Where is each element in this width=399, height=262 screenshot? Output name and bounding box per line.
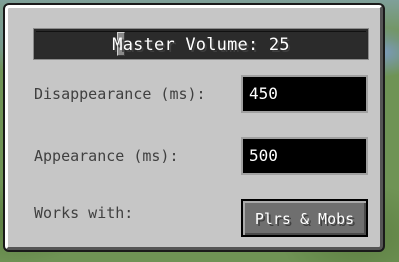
settings-dialog: Master Volume: 25 Disappearance (ms): 45… [5, 5, 383, 250]
works-with-label: Works with: [34, 204, 134, 222]
master-volume-slider[interactable]: Master Volume: 25 [33, 28, 369, 60]
disappearance-label: Disappearance (ms): [34, 85, 206, 103]
master-volume-label: Master Volume: 25 [112, 35, 290, 55]
appearance-field[interactable]: 500 [241, 137, 368, 175]
works-with-button[interactable]: Plrs & Mobs [241, 199, 368, 237]
disappearance-field[interactable]: 450 [241, 75, 368, 113]
appearance-value: 500 [249, 146, 278, 165]
disappearance-value: 450 [249, 84, 278, 103]
appearance-label: Appearance (ms): [34, 147, 179, 165]
works-with-button-label: Plrs & Mobs [254, 210, 355, 228]
